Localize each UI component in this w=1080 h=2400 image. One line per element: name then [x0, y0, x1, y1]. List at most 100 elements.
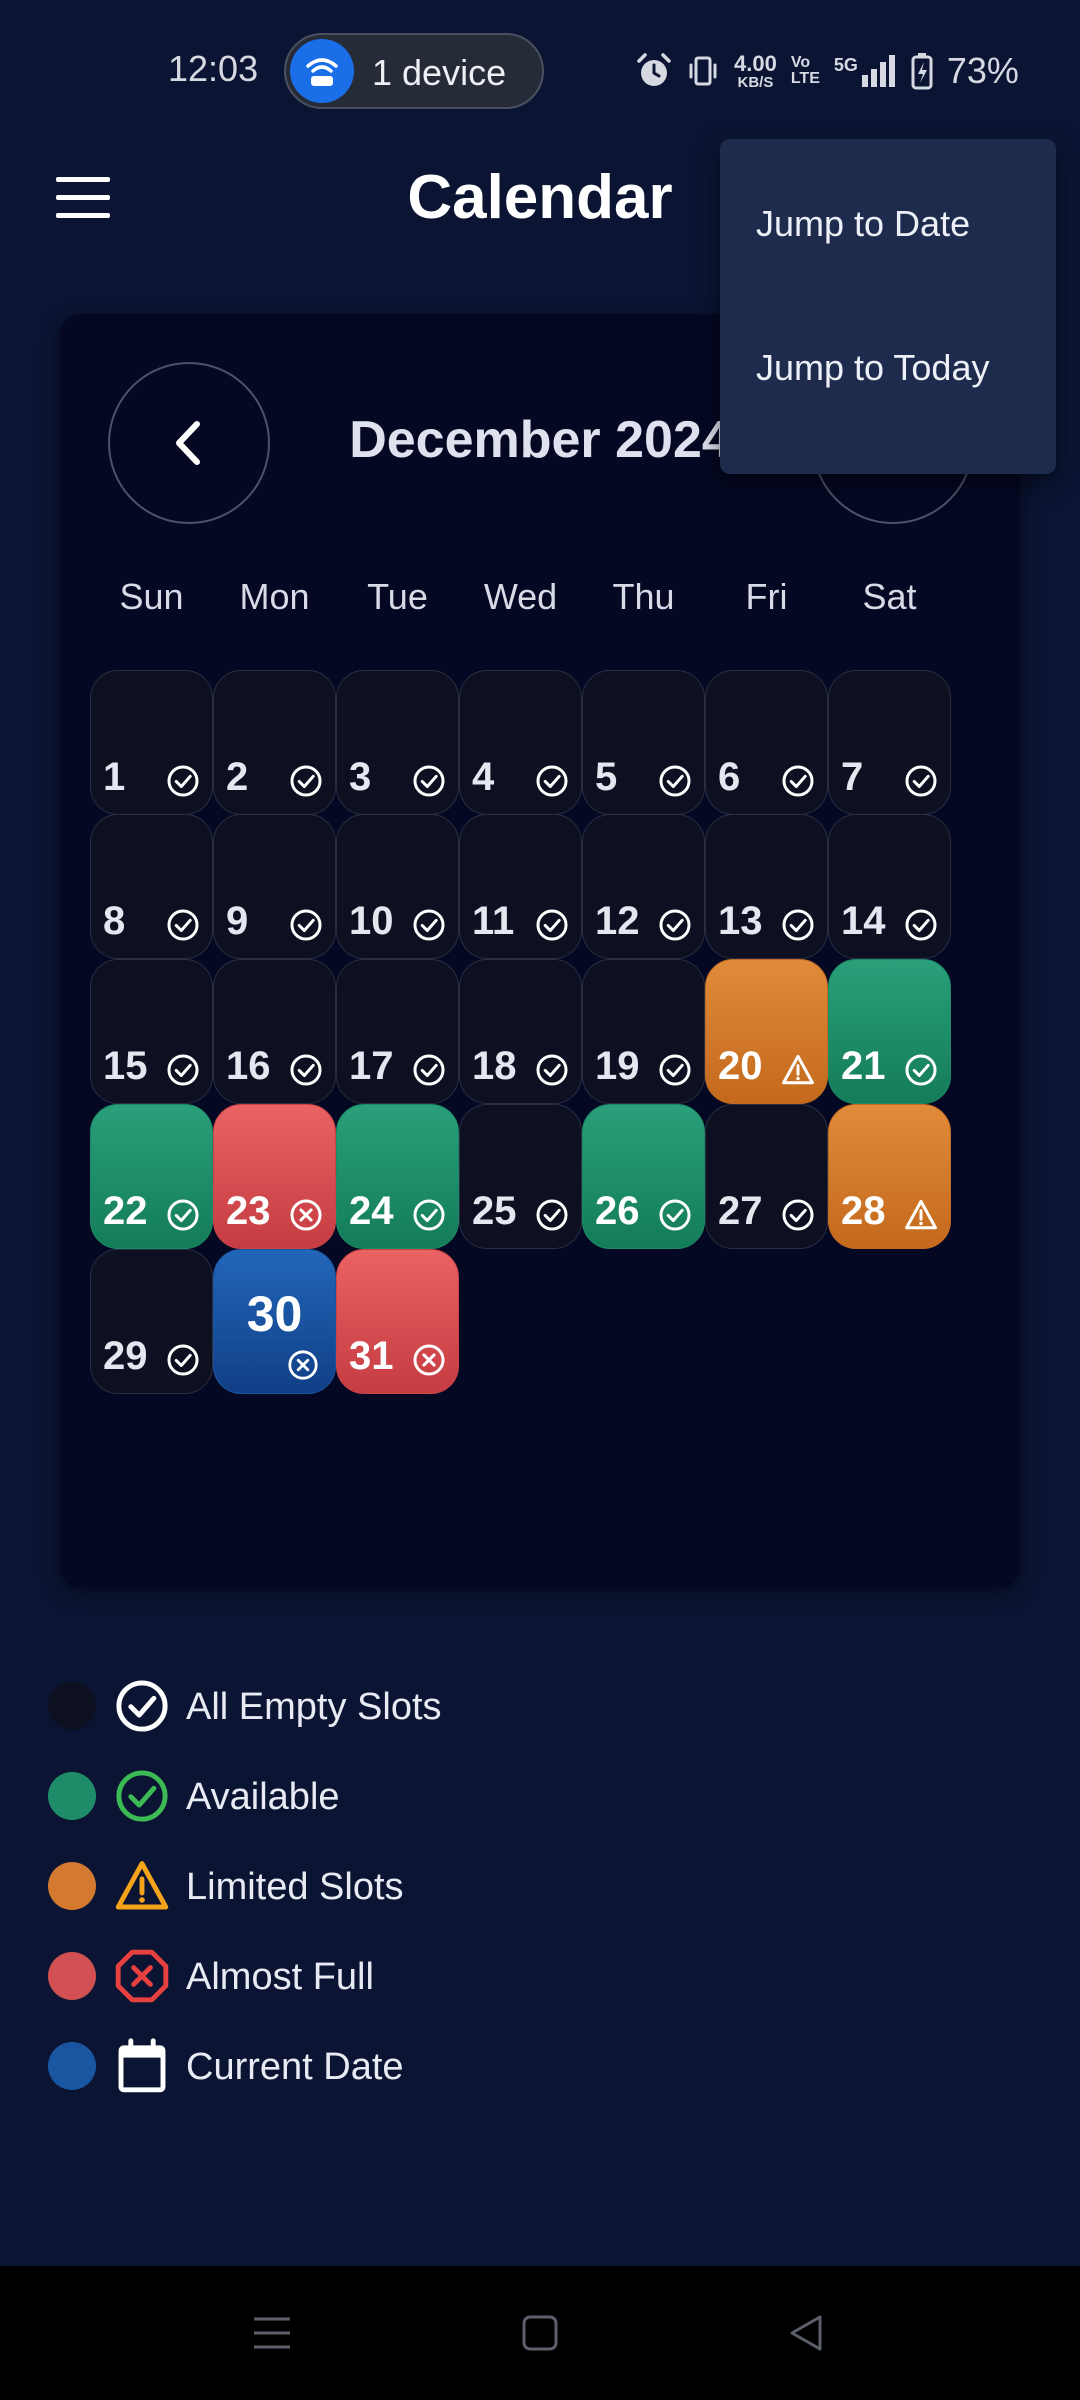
day-number: 2	[226, 755, 249, 799]
day-cell-30[interactable]: 30	[213, 1249, 336, 1394]
hotspot-chip[interactable]: 1 device	[284, 33, 544, 109]
day-number: 30	[246, 1286, 303, 1342]
signal-bars-icon	[861, 55, 895, 87]
day-number: 13	[718, 899, 763, 943]
network-speed: 4.00 KB/S	[734, 52, 777, 91]
overflow-menu: Jump to Date Jump to Today	[720, 139, 1056, 474]
day-number: 20	[718, 1044, 763, 1088]
day-cell-18[interactable]: 18	[459, 959, 582, 1104]
network-type: 5G	[833, 55, 858, 75]
day-cell-2[interactable]: 2	[213, 670, 336, 815]
day-cell-19[interactable]: 19	[582, 959, 705, 1104]
day-cell-31[interactable]: 31	[336, 1249, 459, 1394]
day-cell-14[interactable]: 14	[828, 814, 951, 959]
day-number: 12	[595, 899, 640, 943]
battery-percent: 73%	[946, 50, 1019, 91]
check-circle-icon	[116, 1680, 168, 1732]
day-cell-22[interactable]: 22	[90, 1104, 213, 1249]
day-cell-10[interactable]: 10	[336, 814, 459, 959]
check-circle-icon	[782, 765, 814, 797]
jump-to-today-menu-item[interactable]: Jump to Today	[720, 303, 1056, 433]
check-circle-icon	[782, 909, 814, 941]
day-number: 10	[349, 899, 394, 943]
day-cell-15[interactable]: 15	[90, 959, 213, 1104]
day-cell-7[interactable]: 7	[828, 670, 951, 815]
warning-triangle-icon	[782, 1054, 814, 1085]
day-cell-26[interactable]: 26	[582, 1104, 705, 1249]
check-circle-icon	[905, 909, 937, 941]
day-number: 22	[103, 1189, 148, 1233]
day-cell-1[interactable]: 1	[90, 670, 213, 815]
home-square-icon	[522, 2315, 558, 2351]
check-circle-icon	[536, 1054, 568, 1086]
check-circle-icon	[167, 909, 199, 941]
day-cell-28[interactable]: 28	[828, 1104, 951, 1249]
day-cell-13[interactable]: 13	[705, 814, 828, 959]
day-number: 5	[595, 755, 618, 799]
day-number: 19	[595, 1044, 640, 1088]
legend-item-full: Almost Full	[48, 1948, 608, 2004]
check-circle-icon	[659, 1054, 691, 1086]
jump-to-date-menu-item[interactable]: Jump to Date	[720, 159, 1056, 289]
day-cell-6[interactable]: 6	[705, 670, 828, 815]
day-number: 26	[595, 1189, 640, 1233]
day-cell-9[interactable]: 9	[213, 814, 336, 959]
home-button[interactable]	[500, 2296, 580, 2370]
legend-item-limited: Limited Slots	[48, 1858, 608, 1914]
legend-color-swatch	[48, 1952, 96, 2000]
day-cell-23[interactable]: 23	[213, 1104, 336, 1249]
day-cell-12[interactable]: 12	[582, 814, 705, 959]
volte-top: Vo	[790, 54, 811, 71]
day-cell-16[interactable]: 16	[213, 959, 336, 1104]
check-circle-icon	[413, 765, 445, 797]
back-button[interactable]	[766, 2296, 846, 2370]
page-title: Calendar	[407, 163, 673, 232]
day-cell-21[interactable]: 21	[828, 959, 951, 1104]
check-circle-icon	[659, 765, 691, 797]
day-cell-20[interactable]: 20	[705, 959, 828, 1104]
volte-bottom: LTE	[790, 70, 820, 87]
day-number: 16	[226, 1044, 271, 1088]
day-cell-29[interactable]: 29	[90, 1249, 213, 1394]
day-cell-25[interactable]: 25	[459, 1104, 582, 1249]
day-number: 27	[718, 1189, 763, 1233]
status-bar: 12:03 1 device 4.00 KB/S Vo LTE 5G 73%	[0, 0, 1080, 140]
day-cell-27[interactable]: 27	[705, 1104, 828, 1249]
weekday-label: Tue	[367, 576, 428, 617]
calendar-icon	[118, 2038, 166, 2093]
day-cell-4[interactable]: 4	[459, 670, 582, 815]
day-cell-24[interactable]: 24	[336, 1104, 459, 1249]
day-cell-17[interactable]: 17	[336, 959, 459, 1104]
day-number: 7	[841, 755, 864, 799]
day-number: 6	[718, 755, 741, 799]
hotspot-icon	[290, 39, 354, 103]
legend-label: All Empty Slots	[186, 1686, 442, 1728]
legend-color-swatch	[48, 2042, 96, 2090]
check-circle-icon	[167, 765, 199, 797]
check-circle-icon	[290, 765, 322, 797]
network-speed-unit: KB/S	[737, 73, 774, 91]
recents-button[interactable]	[232, 2296, 312, 2370]
day-number: 17	[349, 1044, 394, 1088]
legend-label: Current Date	[186, 2046, 404, 2088]
check-circle-icon	[659, 909, 691, 941]
check-circle-icon	[167, 1344, 199, 1376]
x-circle-icon	[413, 1344, 445, 1376]
legend-label: Limited Slots	[186, 1866, 404, 1908]
day-cell-11[interactable]: 11	[459, 814, 582, 959]
day-cell-3[interactable]: 3	[336, 670, 459, 815]
weekday-label: Sat	[862, 576, 917, 617]
legend-label: Available	[186, 1776, 340, 1818]
hamburger-menu-icon[interactable]	[52, 175, 116, 225]
check-circle-icon	[905, 765, 937, 797]
weekday-label: Mon	[239, 576, 310, 617]
check-circle-icon	[536, 1199, 568, 1231]
check-circle-icon	[536, 909, 568, 941]
day-number: 29	[103, 1334, 148, 1378]
day-cell-5[interactable]: 5	[582, 670, 705, 815]
previous-month-button[interactable]	[108, 362, 270, 524]
day-number: 1	[103, 755, 126, 799]
day-cell-8[interactable]: 8	[90, 814, 213, 959]
vibrate-icon	[689, 56, 717, 86]
warning-triangle-icon	[115, 1861, 169, 1910]
